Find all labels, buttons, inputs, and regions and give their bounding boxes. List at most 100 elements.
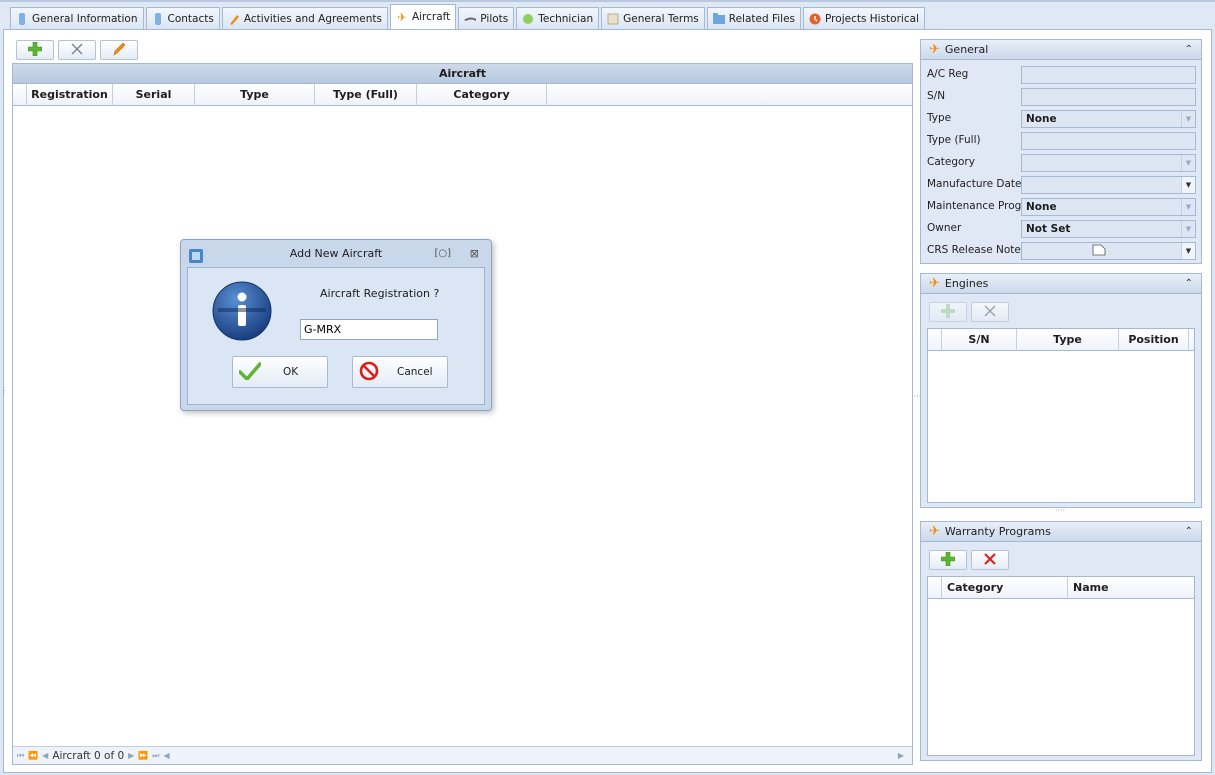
warranty-group-title: Warranty Programs (944, 525, 1051, 538)
dropdown-arrow-icon[interactable]: ▼ (1181, 177, 1195, 193)
crs-release-note-dropdown[interactable]: ▼ (1021, 242, 1196, 260)
close-icon[interactable]: ⊠ (470, 240, 479, 267)
delete-aircraft-button[interactable] (58, 40, 96, 60)
dialog-body: Aircraft Registration ? OK Cancel (187, 267, 485, 405)
owner-dropdown[interactable]: Not Set ▼ (1021, 220, 1196, 238)
tab-label: Related Files (728, 12, 796, 25)
grid-title: Aircraft (13, 64, 912, 84)
maintenance-prog-dropdown[interactable]: None ▼ (1021, 198, 1196, 216)
field-crs-release-note: CRS Release Note ▼ (927, 242, 1197, 260)
general-group-header[interactable]: ✈ General ⌃ (921, 40, 1201, 60)
tab-label: Technician (538, 12, 594, 25)
checkmark-icon (238, 361, 262, 383)
dialog-title-bar[interactable]: Add New Aircraft [○] ⊠ (181, 240, 491, 267)
scroll-left-icon[interactable]: ◀ (164, 751, 170, 760)
aircraft-registration-input[interactable] (300, 319, 438, 340)
document-icon (1092, 244, 1106, 261)
next-record-icon[interactable]: ▶ (128, 751, 134, 760)
tab-activities-and-agreements[interactable]: Activities and Agreements (221, 7, 388, 29)
tab-general-information[interactable]: General Information (10, 7, 144, 29)
delete-engine-button[interactable] (971, 302, 1009, 322)
column-header-registration[interactable]: Registration (27, 84, 113, 106)
next-page-icon[interactable]: ⏩ (138, 751, 148, 760)
engines-grid: S/N Type Position (927, 328, 1195, 503)
field-label: Maintenance Prog. (927, 200, 1025, 212)
close-icon (984, 304, 996, 320)
add-new-aircraft-dialog: Add New Aircraft [○] ⊠ Aircraft Registra… (180, 239, 492, 411)
dropdown-arrow-icon[interactable]: ▼ (1181, 199, 1195, 215)
tab-label: Contacts (167, 12, 214, 25)
column-header-name[interactable]: Name (1068, 577, 1194, 599)
tab-projects-historical[interactable]: Projects Historical (803, 7, 925, 29)
field-label: Manufacture Date (927, 178, 1022, 190)
general-group: ✈ General ⌃ A/C Reg S/N Type None ▼ Type … (920, 39, 1202, 264)
column-header-sn[interactable]: S/N (942, 329, 1017, 351)
category-dropdown[interactable]: ▼ (1021, 154, 1196, 172)
tab-pilots[interactable]: Pilots (458, 7, 515, 29)
field-sn: S/N (927, 88, 1197, 106)
type-full-input[interactable] (1021, 132, 1196, 150)
horizontal-splitter-grip[interactable]: ···· (1055, 506, 1065, 515)
row-indicator-header (13, 84, 27, 106)
dialog-prompt: Aircraft Registration ? (320, 287, 440, 300)
first-record-icon[interactable]: ⏮ (17, 751, 24, 761)
engines-grid-header: S/N Type Position (928, 329, 1194, 351)
add-engine-button[interactable] (929, 302, 967, 322)
aircraft-grid: Aircraft Registration Serial Type Type (… (12, 63, 913, 765)
scroll-right-icon[interactable]: ▶ (898, 751, 904, 760)
field-label: Type (Full) (927, 134, 981, 146)
collapse-chevron-icon[interactable]: ⌃ (1185, 526, 1193, 537)
tab-general-terms[interactable]: General Terms (601, 7, 705, 29)
airplane-icon: ✈ (929, 276, 940, 291)
plus-icon (940, 551, 956, 569)
sn-input[interactable] (1021, 88, 1196, 106)
tab-contacts[interactable]: Contacts (145, 7, 220, 29)
delete-warranty-button[interactable] (971, 550, 1009, 570)
warranty-group-header[interactable]: ✈ Warranty Programs ⌃ (921, 522, 1201, 542)
airplane-icon: ✈ (929, 524, 940, 539)
dropdown-arrow-icon[interactable]: ▼ (1181, 243, 1195, 259)
dropdown-arrow-icon[interactable]: ▼ (1181, 111, 1195, 127)
column-header-position[interactable]: Position (1119, 329, 1189, 351)
add-aircraft-button[interactable] (16, 40, 54, 60)
last-record-icon[interactable]: ⏭ (152, 751, 159, 761)
column-header-category[interactable]: Category (417, 84, 547, 106)
column-header-type-full[interactable]: Type (Full) (315, 84, 417, 106)
collapse-chevron-icon[interactable]: ⌃ (1185, 278, 1193, 289)
field-category: Category ▼ (927, 154, 1197, 172)
ok-button[interactable]: OK (232, 356, 328, 388)
contacts-tab-icon (152, 12, 164, 25)
column-header-type[interactable]: Type (195, 84, 315, 106)
left-splitter-grip[interactable]: ⋮ (0, 386, 8, 395)
owner-value: Not Set (1026, 223, 1071, 235)
tab-label: Projects Historical (825, 12, 919, 25)
field-label: Owner (927, 222, 962, 234)
column-header-category[interactable]: Category (942, 577, 1068, 599)
dropdown-arrow-icon[interactable]: ▼ (1181, 221, 1195, 237)
restore-icon[interactable]: [○] (434, 240, 451, 267)
previous-record-icon[interactable]: ◀ (42, 751, 48, 760)
row-indicator-header (928, 577, 942, 599)
edit-aircraft-button[interactable] (100, 40, 138, 60)
field-type: Type None ▼ (927, 110, 1197, 128)
add-warranty-button[interactable] (929, 550, 967, 570)
tab-technician[interactable]: Technician (516, 7, 600, 29)
field-owner: Owner Not Set ▼ (927, 220, 1197, 238)
type-dropdown[interactable]: None ▼ (1021, 110, 1196, 128)
information-icon (212, 281, 272, 344)
history-tab-icon (809, 13, 821, 25)
field-type-full: Type (Full) (927, 132, 1197, 150)
previous-page-icon[interactable]: ⏪ (28, 751, 38, 760)
tab-related-files[interactable]: Related Files (706, 7, 802, 29)
cancel-button[interactable]: Cancel (352, 356, 448, 388)
collapse-chevron-icon[interactable]: ⌃ (1185, 44, 1193, 55)
grid-header-row: Registration Serial Type Type (Full) Cat… (13, 84, 912, 106)
dropdown-arrow-icon[interactable]: ▼ (1181, 155, 1195, 171)
column-header-serial[interactable]: Serial (113, 84, 195, 106)
engines-group-header[interactable]: ✈ Engines ⌃ (921, 274, 1201, 294)
cancel-icon (359, 361, 379, 384)
tab-aircraft[interactable]: ✈ Aircraft (389, 4, 457, 29)
ac-reg-input[interactable] (1021, 66, 1196, 84)
manufacture-date-picker[interactable]: ▼ (1021, 176, 1196, 194)
column-header-type[interactable]: Type (1017, 329, 1119, 351)
